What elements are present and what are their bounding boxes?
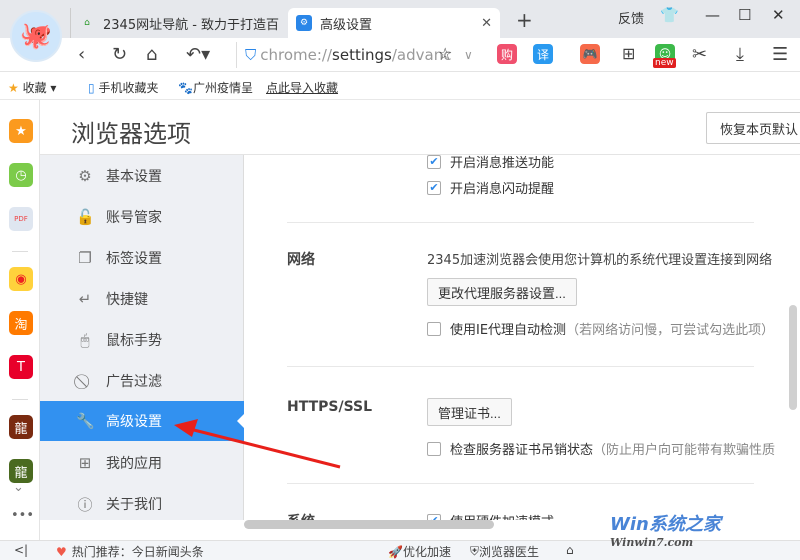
info-icon: ⓘ (77, 495, 93, 514)
settings-header: 浏览器选项 恢复本页默认 (40, 100, 800, 155)
apps-grid-icon[interactable]: ⊞ (622, 44, 635, 63)
cert-revocation-checkbox[interactable]: 检查服务器证书吊销状态 （防止用户向可能带有欺骗性质 (427, 439, 775, 458)
cleanup-broom-icon[interactable]: ⌂ (566, 543, 574, 557)
game-dragon-icon[interactable]: 龍 (9, 415, 33, 439)
nav-basic-settings[interactable]: ⚙ 基本设置 (40, 156, 244, 196)
nav-tabs[interactable]: ❐ 标签设置 (40, 238, 244, 278)
maximize-button[interactable]: ☐ (738, 6, 751, 24)
hardware-acceleration-checkbox[interactable]: ✔使用硬件加速模式 (427, 511, 554, 520)
back-icon[interactable]: ‹ (78, 44, 85, 65)
page-title: 浏览器选项 (71, 120, 191, 148)
https-section-label: HTTPS/SSL (287, 399, 373, 415)
side-apps-bar: ★ ◷ PDF ◉ 淘 T 龍 龍 ⌄ ••• (0, 100, 40, 540)
horizontal-scrollbar[interactable] (244, 520, 494, 529)
new-tab-button[interactable]: + (516, 8, 533, 32)
more-icon[interactable]: ••• (11, 508, 34, 523)
nav-mouse-gestures[interactable]: 🖱 鼠标手势 (40, 320, 244, 360)
nav-account[interactable]: 🔓 账号管家 (40, 197, 244, 237)
screenshot-scissors-icon[interactable]: ✂ (692, 44, 707, 65)
divider (12, 399, 28, 400)
flash-notifications-checkbox[interactable]: ✔ 开启消息闪动提醒 (427, 178, 554, 197)
mouse-icon: 🖱 (80, 331, 90, 349)
change-proxy-button[interactable]: 更改代理服务器设置... (427, 278, 577, 306)
divider (287, 222, 754, 223)
system-section-label: 系统 (287, 511, 315, 520)
game-extension-icon[interactable]: 🎮 (580, 44, 600, 64)
home-icon[interactable]: ⌂ (146, 44, 157, 65)
red-annotation-arrow (174, 419, 341, 469)
nav-about[interactable]: ⓘ 关于我们 (40, 484, 244, 524)
push-notifications-checkbox[interactable]: ✔ 开启消息推送功能 (427, 155, 554, 171)
apps-icon: ⊞ (78, 454, 92, 472)
browser-logo-avatar[interactable]: 🐙 (10, 10, 62, 62)
address-dropdown-icon[interactable]: ∨ (464, 48, 473, 62)
divider (287, 366, 754, 367)
star-icon: ★ (8, 81, 19, 95)
weibo-icon[interactable]: ◉ (9, 267, 33, 291)
new-badge: new (653, 58, 676, 68)
tab-2345-nav[interactable]: ⌂ 2345网址导航 - 致力于打造百 (70, 8, 288, 38)
expand-chevron-icon[interactable]: ⌄ (13, 480, 24, 495)
lock-icon: 🔓 (76, 208, 95, 226)
phone-icon: ▯ (88, 81, 95, 95)
bookmarks-bar: ★ 收藏 ▾ ▯ 手机收藏夹 🐾广州疫情呈 点此导入收藏 (0, 72, 800, 100)
bookmark-favorites[interactable]: ★ 收藏 ▾ (8, 79, 56, 96)
import-bookmarks-link[interactable]: 点此导入收藏 (266, 79, 338, 96)
bookmark-mobile[interactable]: ▯ 手机收藏夹 (88, 79, 158, 96)
download-icon[interactable]: ⤓ (736, 44, 744, 65)
checkbox-checked[interactable]: ✔ (427, 180, 441, 195)
favorites-star-icon[interactable]: ★ (9, 119, 33, 143)
network-description: 2345加速浏览器会使用您计算机的系统代理设置连接到网络 (427, 253, 773, 268)
tab-advanced-settings[interactable]: ⚙ 高级设置 ✕ (288, 8, 500, 38)
checkbox-unchecked[interactable] (427, 441, 441, 456)
tmall-icon[interactable]: T (9, 355, 33, 379)
watermark-logo: Win系统之家 Winwin7.com (610, 514, 721, 549)
enter-key-icon: ↵ (78, 290, 92, 308)
address-bar[interactable]: ⛉ chrome://settings/advanc (236, 42, 468, 68)
gear-icon: ⚙ (78, 167, 92, 185)
undo-icon[interactable]: ↶▾ (186, 44, 210, 65)
star-bookmark-icon[interactable]: ☆ (438, 44, 452, 63)
divider (12, 251, 28, 252)
block-icon: ⃠ (76, 372, 94, 390)
ie-proxy-checkbox[interactable]: 使用IE代理自动检测 （若网络访问慢，可尝试勾选此项） (427, 319, 774, 338)
hot-news-link[interactable]: ♥ 热门推荐：今日新闻头条 (56, 543, 204, 560)
2345-house-icon: ⌂ (84, 18, 90, 28)
checkbox-checked[interactable]: ✔ (427, 155, 441, 169)
nav-ad-filter[interactable]: ⃠广告过滤 (40, 361, 244, 401)
minimize-button[interactable]: — (705, 6, 720, 24)
checkbox-unchecked[interactable] (427, 321, 441, 336)
manage-certificates-button[interactable]: 管理证书... (427, 398, 512, 426)
translate-extension[interactable]: 译 (533, 44, 553, 64)
menu-icon[interactable]: ☰ (772, 44, 788, 65)
collapse-sidebar-icon[interactable]: <| (14, 543, 28, 557)
reset-defaults-button[interactable]: 恢复本页默认 (706, 112, 800, 144)
bookmark-epidemic[interactable]: 🐾广州疫情呈 (178, 79, 253, 96)
optimize-button[interactable]: 🚀 优化加速 (388, 543, 451, 560)
shield-icon: ⛉ (245, 46, 257, 64)
taobao-icon[interactable]: 淘 (9, 311, 33, 335)
close-window-button[interactable]: ✕ (772, 6, 785, 24)
rocket-icon: 🚀 (388, 544, 403, 559)
close-tab-icon[interactable]: ✕ (481, 16, 492, 31)
tabs-icon: ❐ (78, 249, 92, 267)
network-section-label: 网络 (287, 252, 315, 268)
history-clock-icon[interactable]: ◷ (9, 163, 33, 187)
feedback-button[interactable]: 反馈 (618, 8, 644, 27)
shield-plus-icon: ⛨ (470, 544, 480, 558)
nav-shortcuts[interactable]: ↵ 快捷键 (40, 279, 244, 319)
paw-icon: 🐾 (178, 81, 193, 95)
browser-doctor-button[interactable]: ⛨ 浏览器医生 (470, 543, 539, 560)
reload-icon[interactable]: ↻ (112, 44, 127, 65)
skin-shirt-icon[interactable]: 👕 (660, 6, 679, 24)
heart-icon: ♥ (56, 544, 67, 559)
settings-gear-icon: ⚙ (296, 15, 312, 31)
shopping-extension[interactable]: 购 (497, 44, 517, 64)
divider (287, 483, 754, 484)
pdf-to-word-icon[interactable]: PDF (9, 207, 33, 231)
wrench-icon: 🔧 (76, 412, 95, 430)
vertical-scrollbar[interactable] (789, 305, 797, 410)
